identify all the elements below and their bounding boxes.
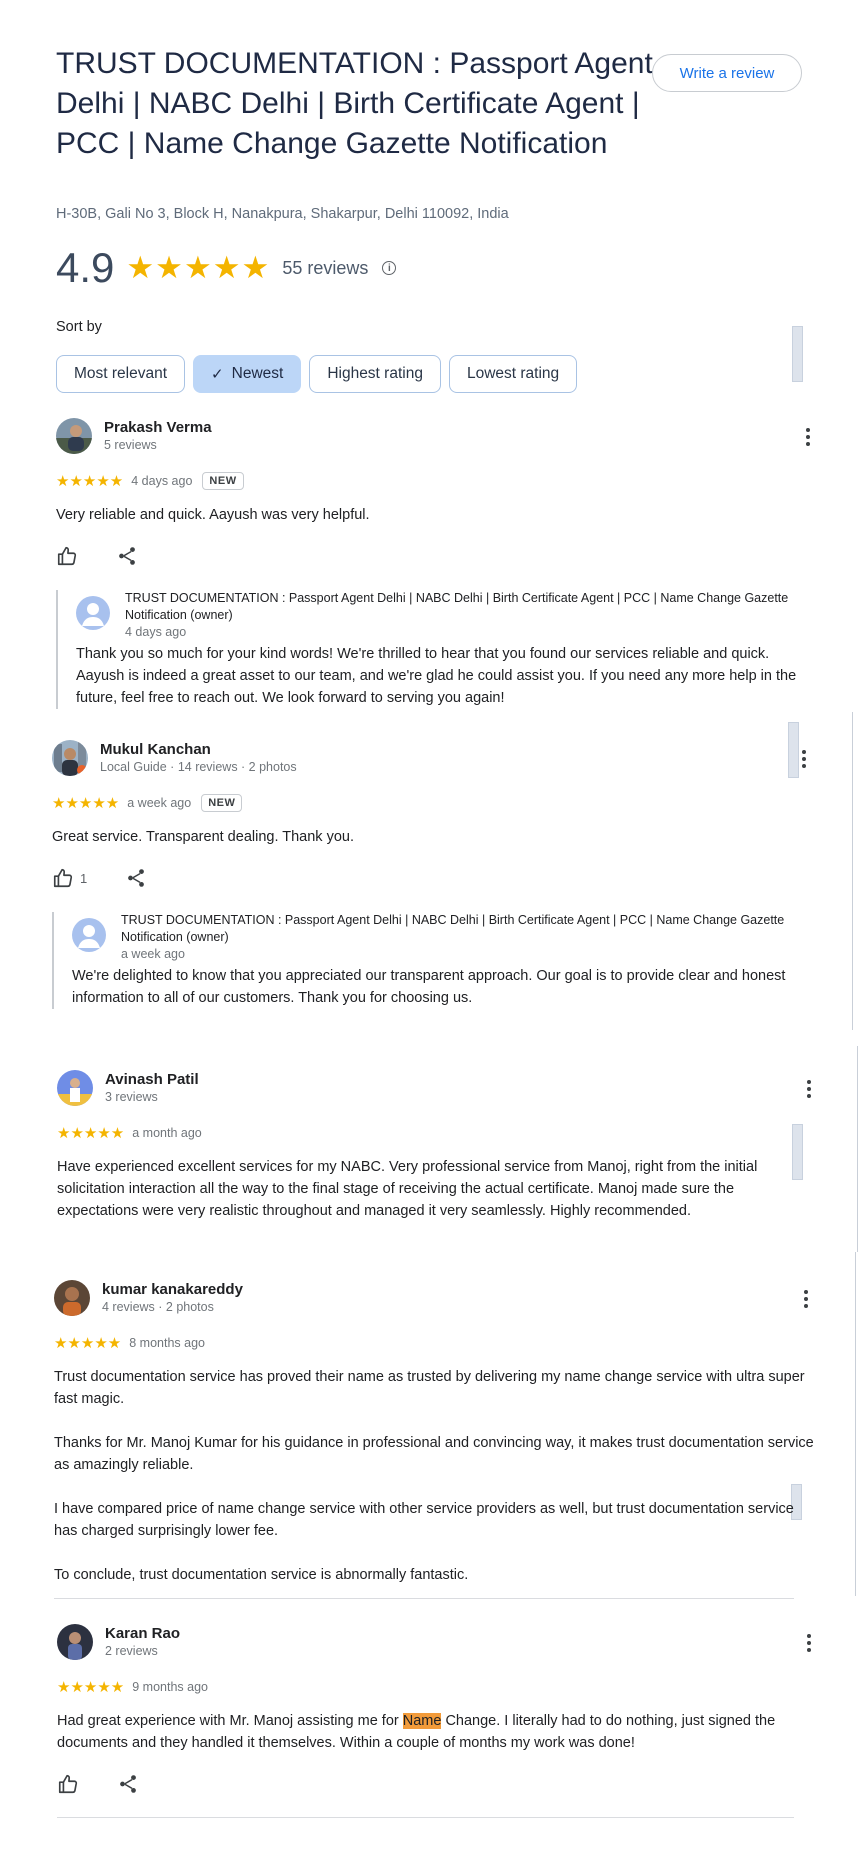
reviewer-name[interactable]: Mukul Kanchan: [100, 741, 211, 758]
review-text: Trust documentation service has proved t…: [54, 1369, 814, 1583]
review-card: Avinash Patil 3 reviews ★★★★★ a month ag…: [57, 1070, 817, 1222]
thumbs-up-icon: [57, 546, 77, 566]
owner-reply: TRUST DOCUMENTATION : Passport Agent Del…: [52, 912, 812, 1009]
review-date: a month ago: [132, 1126, 202, 1140]
reviewer-meta: 4 reviews · 2 photos: [102, 1300, 214, 1314]
owner-name: TRUST DOCUMENTATION : Passport Agent Del…: [125, 591, 789, 622]
review-stars: ★★★★★: [57, 1679, 125, 1696]
info-icon[interactable]: i: [382, 261, 397, 275]
avatar[interactable]: [57, 1624, 93, 1660]
avatar[interactable]: [57, 1070, 93, 1106]
review-date: a week ago: [127, 796, 192, 810]
thumbs-up-icon: [53, 868, 73, 888]
share-button[interactable]: [117, 1773, 139, 1795]
review-text: Have experienced excellent services for …: [57, 1159, 758, 1219]
more-vert-icon[interactable]: [796, 1286, 816, 1312]
share-button[interactable]: [116, 545, 138, 567]
reviewer-meta: 3 reviews: [105, 1090, 158, 1104]
share-icon: [128, 869, 145, 887]
review-card: kumar kanakareddy 4 reviews · 2 photos ★…: [54, 1280, 814, 1586]
new-badge: NEW: [202, 472, 244, 490]
scrollbar-thumb[interactable]: [792, 326, 803, 382]
panel-edge: [852, 712, 853, 1030]
reviews-page: TRUST DOCUMENTATION : Passport Agent Del…: [0, 0, 860, 1864]
place-title: TRUST DOCUMENTATION : Passport Agent Del…: [56, 47, 653, 160]
panel-edge: [855, 1252, 856, 1596]
reviewer-name[interactable]: Karan Rao: [105, 1625, 180, 1642]
search-highlight: Name: [402, 1713, 442, 1729]
review-text: Had great experience with Mr. Manoj assi…: [57, 1710, 817, 1754]
review-stars: ★★★★★: [57, 1125, 125, 1142]
owner-avatar: [76, 596, 110, 630]
review-text-part: Had great experience with Mr. Manoj assi…: [57, 1713, 403, 1729]
panel-edge: [857, 1046, 858, 1252]
chip-label: Highest rating: [327, 365, 423, 382]
reply-date: 4 days ago: [125, 625, 187, 639]
review-card: Prakash Verma 5 reviews ★★★★★ 4 days ago…: [56, 418, 816, 709]
sort-lowest-rating[interactable]: Lowest rating: [448, 355, 578, 393]
review-date: 9 months ago: [132, 1680, 208, 1694]
new-badge: NEW: [201, 794, 243, 812]
reply-text: We're delighted to know that you appreci…: [72, 968, 786, 1006]
avatar[interactable]: [52, 740, 88, 776]
review-text: Very reliable and quick. Aayush was very…: [56, 507, 370, 523]
sort-chips: Most relevant ✓ Newest Highest rating Low…: [56, 355, 578, 393]
review-stars: ★★★★★: [56, 473, 124, 490]
chip-label: Newest: [231, 365, 284, 382]
like-count: 1: [80, 870, 88, 886]
review-stars: ★★★★★: [54, 1335, 122, 1352]
average-rating: 4.9: [56, 244, 115, 291]
chip-label: Most relevant: [74, 365, 168, 382]
chip-label: Lowest rating: [466, 365, 560, 382]
sort-label: Sort by: [56, 319, 102, 335]
reviewer-name[interactable]: Prakash Verma: [104, 419, 212, 436]
reviewer-name[interactable]: kumar kanakareddy: [102, 1281, 243, 1298]
share-icon: [119, 547, 135, 565]
more-vert-icon[interactable]: [799, 1630, 819, 1656]
review-count: 55 reviews: [282, 257, 369, 278]
review-date: 4 days ago: [131, 474, 193, 488]
reply-date: a week ago: [121, 947, 185, 961]
reply-text: Thank you so much for your kind words! W…: [76, 646, 797, 706]
owner-reply: TRUST DOCUMENTATION : Passport Agent Del…: [56, 590, 816, 709]
reviewer-meta: 2 reviews: [105, 1644, 158, 1658]
like-button[interactable]: [57, 1773, 79, 1795]
avatar[interactable]: [56, 418, 92, 454]
share-icon: [120, 1775, 136, 1793]
owner-name: TRUST DOCUMENTATION : Passport Agent Del…: [121, 913, 785, 944]
review-card: Mukul Kanchan Local Guide · 14 reviews ·…: [52, 740, 812, 1009]
review-divider: [57, 1817, 794, 1818]
write-review-button[interactable]: Write a review: [652, 54, 802, 92]
sort-highest-rating[interactable]: Highest rating: [309, 355, 441, 393]
share-button[interactable]: [125, 867, 147, 889]
review-divider: [54, 1598, 794, 1599]
like-button[interactable]: [56, 545, 78, 567]
reviewer-meta: 5 reviews: [104, 438, 157, 452]
like-button[interactable]: 1: [52, 867, 87, 889]
reviewer-name[interactable]: Avinash Patil: [105, 1071, 199, 1088]
place-address: H-30B, Gali No 3, Block H, Nanakpura, Sh…: [56, 206, 509, 222]
more-vert-icon[interactable]: [794, 746, 814, 772]
reviewer-meta: Local Guide · 14 reviews · 2 photos: [100, 760, 297, 774]
review-stars: ★★★★★: [52, 795, 120, 812]
more-vert-icon[interactable]: [798, 424, 818, 450]
rating-summary: 4.9 ★★★★★ 55 reviews i: [56, 244, 397, 292]
review-date: 8 months ago: [129, 1336, 205, 1350]
sort-most-relevant[interactable]: Most relevant: [56, 355, 186, 393]
rating-stars: ★★★★★: [126, 250, 271, 285]
more-vert-icon[interactable]: [799, 1076, 819, 1102]
sort-newest[interactable]: ✓ Newest: [193, 355, 302, 393]
review-text: Great service. Transparent dealing. Than…: [52, 829, 354, 845]
avatar[interactable]: [54, 1280, 90, 1316]
check-icon: ✓: [211, 366, 224, 383]
thumbs-up-icon: [58, 1774, 78, 1794]
owner-avatar: [72, 918, 106, 952]
review-card: Karan Rao 2 reviews ★★★★★ 9 months ago H…: [57, 1624, 817, 1796]
